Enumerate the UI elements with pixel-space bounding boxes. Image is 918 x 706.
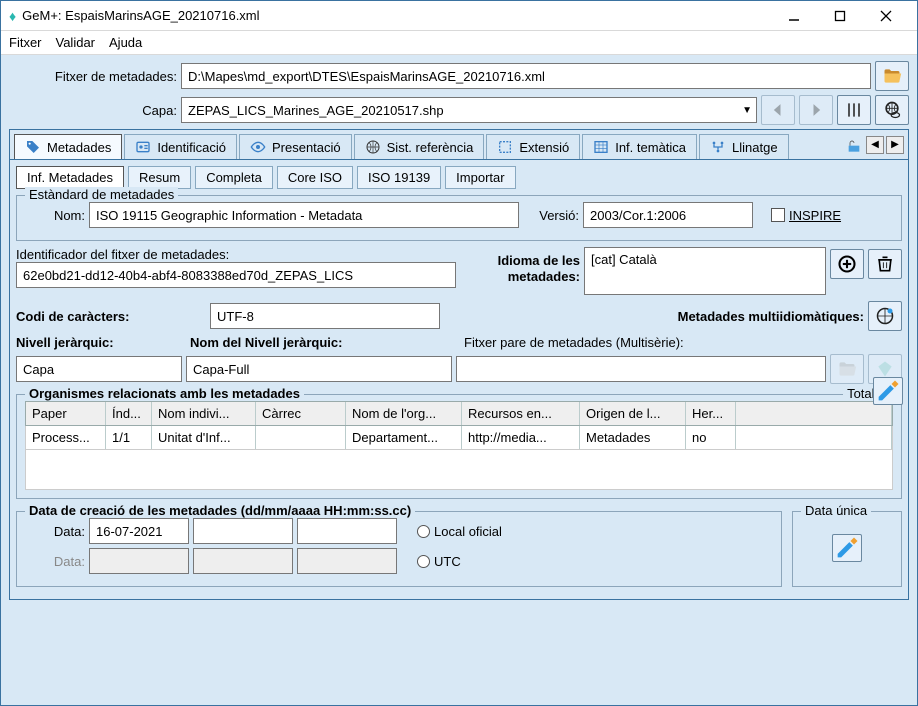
minimize-button[interactable] xyxy=(771,1,817,31)
main-tabstrip: Metadades Identificació Presentació Sist… xyxy=(9,129,909,160)
lang-label: Idioma de les metadades: xyxy=(460,247,580,284)
time2-input xyxy=(193,548,293,574)
date2-label: Data: xyxy=(25,554,85,569)
unique-date-legend: Data única xyxy=(801,503,871,518)
orgs-table-empty xyxy=(25,450,893,490)
standard-fieldset: Estàndard de metadades Nom: Versió: INSP… xyxy=(16,195,902,241)
inspire-label[interactable]: INSPIRE xyxy=(789,208,841,223)
fileid-input[interactable] xyxy=(16,262,456,288)
globe-icon xyxy=(365,139,381,155)
metadades-panel: Inf. Metadades Resum Completa Core ISO I… xyxy=(9,160,909,600)
maximize-button[interactable] xyxy=(817,1,863,31)
lang-listbox[interactable]: [cat] Català xyxy=(584,247,826,295)
radio-local[interactable] xyxy=(417,525,430,538)
chevron-down-icon: ▼ xyxy=(742,105,752,116)
tab-sist-referencia[interactable]: Sist. referència xyxy=(354,134,485,159)
next-layer-button xyxy=(799,95,833,125)
date-legend: Data de creació de les metadades (dd/mm/… xyxy=(25,503,415,518)
tab-extensio[interactable]: Extensió xyxy=(486,134,580,159)
radio-utc-label: UTC xyxy=(434,554,461,569)
subtab-inf-metadades[interactable]: Inf. Metadades xyxy=(16,166,124,189)
hlevel-input[interactable] xyxy=(16,356,182,382)
window-title: GeM+: EspaisMarinsAGE_20210716.xml xyxy=(22,8,771,23)
tab-presentacio[interactable]: Presentació xyxy=(239,134,352,159)
charset-label: Codi de caràcters: xyxy=(16,309,206,324)
edit-unique-date-button[interactable] xyxy=(832,534,862,562)
eye-icon xyxy=(250,139,266,155)
titlebar: ♦ GeM+: EspaisMarinsAGE_20210716.xml xyxy=(1,1,917,31)
subtab-importar[interactable]: Importar xyxy=(445,166,515,189)
layer-label: Capa: xyxy=(9,103,177,118)
subtab-iso19139[interactable]: ISO 19139 xyxy=(357,166,441,189)
std-version-input[interactable] xyxy=(583,202,753,228)
date1-label: Data: xyxy=(25,524,85,539)
orgs-legend: Organismes relacionats amb les metadades xyxy=(25,386,304,401)
delete-lang-button[interactable] xyxy=(868,249,902,279)
layer-value: ZEPAS_LICS_Marines_AGE_20210517.shp xyxy=(188,103,444,118)
fileid-label: Identificador del fitxer de metadades: xyxy=(16,247,456,262)
tab-scroll-right[interactable]: ▶ xyxy=(886,136,904,154)
orgs-fieldset: Organismes relacionats amb les metadades… xyxy=(16,394,902,499)
mdfile-label: Fitxer de metadades: xyxy=(9,69,177,84)
parent-folder-button xyxy=(830,354,864,384)
sub-tabstrip: Inf. Metadades Resum Completa Core ISO I… xyxy=(16,166,902,189)
prev-layer-button xyxy=(761,95,795,125)
app-icon: ♦ xyxy=(9,8,16,24)
subtab-core-iso[interactable]: Core ISO xyxy=(277,166,353,189)
layer-select[interactable]: ZEPAS_LICS_Marines_AGE_20210517.shp ▼ xyxy=(181,97,757,123)
app-window: ♦ GeM+: EspaisMarinsAGE_20210716.xml Fit… xyxy=(0,0,918,706)
subtab-completa[interactable]: Completa xyxy=(195,166,273,189)
charset-input[interactable] xyxy=(210,303,440,329)
menu-help[interactable]: Ajuda xyxy=(109,35,142,50)
inspire-checkbox[interactable] xyxy=(771,208,785,222)
radio-local-label: Local oficial xyxy=(434,524,502,539)
orgs-table-row[interactable]: Process... 1/1 Unitat d'Inf... Departame… xyxy=(25,426,893,450)
menu-validate[interactable]: Validar xyxy=(56,35,96,50)
hname-label: Nom del Nivell jeràrquic: xyxy=(190,335,460,350)
date2-input xyxy=(89,548,189,574)
tab-metadades[interactable]: Metadades xyxy=(14,134,122,159)
subtab-resum[interactable]: Resum xyxy=(128,166,191,189)
std-name-input[interactable] xyxy=(89,202,519,228)
multilang-label: Metadades multiidiomàtiques: xyxy=(678,309,864,324)
menu-file[interactable]: Fitxer xyxy=(9,35,42,50)
multilang-globe-button[interactable] xyxy=(868,301,902,331)
id-icon xyxy=(135,139,151,155)
radio-utc[interactable] xyxy=(417,555,430,568)
add-lang-button[interactable] xyxy=(830,249,864,279)
hname-input[interactable] xyxy=(186,356,452,382)
tab-identificacio[interactable]: Identificació xyxy=(124,134,237,159)
close-button[interactable] xyxy=(863,1,909,31)
content-area: Fitxer de metadades: Capa: ZEPAS_LICS_Ma… xyxy=(1,55,917,705)
standard-legend: Estàndard de metadades xyxy=(25,187,178,202)
cc1-input[interactable] xyxy=(297,518,397,544)
tab-overflow: ◀ ▶ xyxy=(842,136,904,158)
std-name-label: Nom: xyxy=(25,208,85,223)
orgs-table-header: Paper Índ... Nom indivi... Càrrec Nom de… xyxy=(25,401,893,426)
open-file-button[interactable] xyxy=(875,61,909,91)
lineage-icon xyxy=(710,139,726,155)
cc2-input xyxy=(297,548,397,574)
table-icon xyxy=(593,139,609,155)
extent-icon xyxy=(497,139,513,155)
std-version-label: Versió: xyxy=(523,208,579,223)
tab-scroll-left[interactable]: ◀ xyxy=(866,136,884,154)
unique-date-fieldset: Data única xyxy=(792,511,902,587)
tab-inf-tematica[interactable]: Inf. temàtica xyxy=(582,134,697,159)
tag-icon xyxy=(25,139,41,155)
menubar: Fitxer Validar Ajuda xyxy=(1,31,917,55)
globe-link-button[interactable] xyxy=(875,95,909,125)
columns-button[interactable] xyxy=(837,95,871,125)
edit-orgs-button[interactable] xyxy=(873,377,903,405)
parent-label: Fitxer pare de metadades (Multisèrie): xyxy=(464,335,902,350)
mdfile-input[interactable] xyxy=(181,63,871,89)
hlevel-label: Nivell jeràrquic: xyxy=(16,335,186,350)
date-fieldset: Data de creació de les metadades (dd/mm/… xyxy=(16,511,782,587)
date1-input[interactable] xyxy=(89,518,189,544)
tab-extra-icon[interactable] xyxy=(844,136,864,158)
parent-input[interactable] xyxy=(456,356,826,382)
time1-input[interactable] xyxy=(193,518,293,544)
tab-llinatge[interactable]: Llinatge xyxy=(699,134,789,159)
